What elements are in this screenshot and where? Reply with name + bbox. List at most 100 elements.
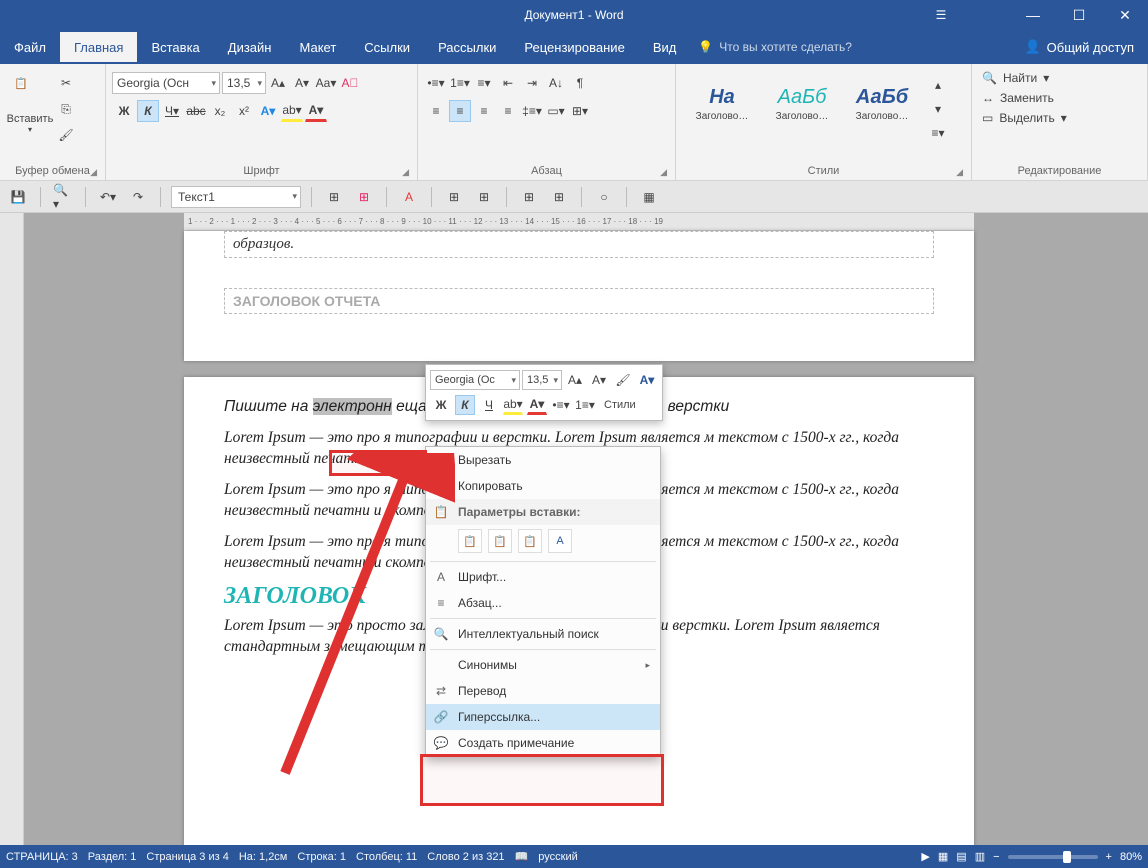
mini-fontcolor[interactable]: A▾ — [527, 395, 547, 415]
tab-home[interactable]: Главная — [60, 32, 137, 62]
status-section[interactable]: Раздел: 1 — [88, 851, 137, 863]
qat-btn9[interactable]: ▦ — [638, 186, 660, 208]
ctx-paragraph[interactable]: ≡Абзац... — [426, 590, 660, 616]
cut-icon[interactable]: ✂ — [55, 72, 77, 94]
status-lang[interactable]: русский — [538, 851, 577, 863]
ribbon-options-icon[interactable]: ☰ — [918, 0, 964, 30]
minimize-button[interactable]: — — [1010, 0, 1056, 30]
para-dialog-icon[interactable]: ◢ — [660, 167, 667, 178]
replace-button[interactable]: ↔ Заменить — [978, 89, 1071, 107]
paste-picture[interactable]: 📋 — [518, 529, 542, 553]
align-left-icon[interactable]: ≡ — [425, 100, 447, 122]
styles-dialog-icon[interactable]: ◢ — [956, 167, 963, 178]
mini-numbering[interactable]: 1≡▾ — [575, 395, 595, 415]
shrink-font-icon[interactable]: A▾ — [291, 72, 313, 94]
mini-styles-text[interactable]: Стили — [599, 395, 641, 415]
header-cell[interactable]: образцов. — [224, 231, 934, 258]
mini-styles-icon[interactable]: A▾ — [637, 370, 657, 390]
clear-format-icon[interactable]: A⃠ — [339, 72, 361, 94]
save-icon[interactable]: 💾 — [7, 186, 29, 208]
nav-pane-icon[interactable]: 🔍▾ — [52, 186, 74, 208]
ctx-cut[interactable]: ✂Вырезать — [426, 447, 660, 473]
bold-button[interactable]: Ж — [113, 100, 135, 122]
multilevel-icon[interactable]: ≡▾ — [473, 72, 495, 94]
subscript-button[interactable]: x₂ — [209, 100, 231, 122]
tab-design[interactable]: Дизайн — [214, 32, 286, 62]
ctx-font[interactable]: AШрифт... — [426, 564, 660, 590]
styles-more-icon[interactable]: ≡▾ — [927, 122, 949, 144]
qat-btn4[interactable]: ⊞ — [443, 186, 465, 208]
styles-up-icon[interactable]: ▴ — [927, 74, 949, 96]
font-color-icon[interactable]: A▾ — [305, 100, 327, 122]
mini-italic[interactable]: К — [455, 395, 475, 415]
tab-review[interactable]: Рецензирование — [510, 32, 638, 62]
font-name-combo[interactable]: Georgia (Осн — [112, 72, 220, 94]
qat-btn8[interactable]: ○ — [593, 186, 615, 208]
show-marks-icon[interactable]: ¶ — [569, 72, 591, 94]
mini-painter-icon[interactable]: 🖌 — [613, 370, 633, 390]
numbering-icon[interactable]: 1≡▾ — [449, 72, 471, 94]
paste-text-only[interactable]: A — [548, 529, 572, 553]
style-heading2[interactable]: АаБбЗаголово… — [762, 73, 842, 135]
zoom-out-button[interactable]: − — [993, 851, 999, 863]
tab-layout[interactable]: Макет — [285, 32, 350, 62]
bullets-icon[interactable]: •≡▾ — [425, 72, 447, 94]
ctx-copy[interactable]: ⎘Копировать — [426, 473, 660, 499]
tell-me[interactable]: 💡 Что вы хотите сделать? — [698, 40, 852, 54]
view-web-icon[interactable]: ▥ — [975, 850, 985, 863]
align-right-icon[interactable]: ≡ — [473, 100, 495, 122]
mini-shrink-icon[interactable]: A▾ — [589, 370, 609, 390]
qat-btn3[interactable]: A — [398, 186, 420, 208]
qat-btn6[interactable]: ⊞ — [518, 186, 540, 208]
grow-font-icon[interactable]: A▴ — [267, 72, 289, 94]
paste-button[interactable]: 📋Вставить▾ — [6, 67, 54, 143]
zoom-in-button[interactable]: + — [1106, 851, 1112, 863]
tab-file[interactable]: Файл — [0, 32, 60, 62]
mini-size-combo[interactable]: 13,5 — [522, 370, 562, 390]
line-spacing-icon[interactable]: ‡≡▾ — [521, 100, 543, 122]
indent-dec-icon[interactable]: ⇤ — [497, 72, 519, 94]
status-col[interactable]: Столбец: 11 — [356, 851, 417, 863]
mini-underline[interactable]: Ч — [479, 395, 499, 415]
style-heading1[interactable]: НаЗаголово… — [682, 73, 762, 135]
strike-button[interactable]: abc — [185, 100, 207, 122]
ctx-comment[interactable]: 💬Создать примечание — [426, 730, 660, 756]
qat-btn2[interactable]: ⊞ — [353, 186, 375, 208]
status-page[interactable]: СТРАНИЦА: 3 — [6, 851, 78, 863]
font-dialog-icon[interactable]: ◢ — [402, 167, 409, 178]
undo-icon[interactable]: ↶▾ — [97, 186, 119, 208]
change-case-icon[interactable]: Aa▾ — [315, 72, 337, 94]
zoom-level[interactable]: 80% — [1120, 851, 1142, 863]
style-heading3[interactable]: АаБбЗаголово… — [842, 73, 922, 135]
tab-view[interactable]: Вид — [639, 32, 691, 62]
copy-icon[interactable]: ⎘ — [55, 98, 77, 120]
zoom-slider[interactable] — [1008, 855, 1098, 859]
indent-inc-icon[interactable]: ⇥ — [521, 72, 543, 94]
shading-icon[interactable]: ▭▾ — [545, 100, 567, 122]
qat-btn7[interactable]: ⊞ — [548, 186, 570, 208]
status-proof-icon[interactable]: 📖 — [515, 850, 529, 863]
clipboard-dialog-icon[interactable]: ◢ — [90, 167, 97, 178]
ctx-synonyms[interactable]: Синонимы▸ — [426, 652, 660, 678]
close-button[interactable]: ✕ — [1102, 0, 1148, 30]
share-button[interactable]: 👤 Общий доступ — [1010, 39, 1148, 55]
redo-icon[interactable]: ↷ — [127, 186, 149, 208]
status-line[interactable]: Строка: 1 — [297, 851, 346, 863]
maximize-button[interactable]: ☐ — [1056, 0, 1102, 30]
status-words[interactable]: Слово 2 из 321 — [427, 851, 504, 863]
mini-bullets[interactable]: •≡▾ — [551, 395, 571, 415]
select-button[interactable]: ▭ Выделить ▾ — [978, 109, 1071, 127]
styles-down-icon[interactable]: ▾ — [927, 98, 949, 120]
paste-keep-source[interactable]: 📋 — [458, 529, 482, 553]
report-title-header[interactable]: ЗАГОЛОВОК ОТЧЕТА — [224, 288, 934, 314]
mini-bold[interactable]: Ж — [431, 395, 451, 415]
mini-font-combo[interactable]: Georgia (Ос — [430, 370, 520, 390]
align-center-icon[interactable]: ≡ — [449, 100, 471, 122]
borders-icon[interactable]: ⊞▾ — [569, 100, 591, 122]
selected-text[interactable]: электронн — [313, 398, 392, 415]
ctx-translate[interactable]: ⇄Перевод — [426, 678, 660, 704]
tab-mailings[interactable]: Рассылки — [424, 32, 510, 62]
ctx-smart-lookup[interactable]: 🔍Интеллектуальный поиск — [426, 621, 660, 647]
status-at[interactable]: На: 1,2см — [239, 851, 288, 863]
qat-btn5[interactable]: ⊞ — [473, 186, 495, 208]
